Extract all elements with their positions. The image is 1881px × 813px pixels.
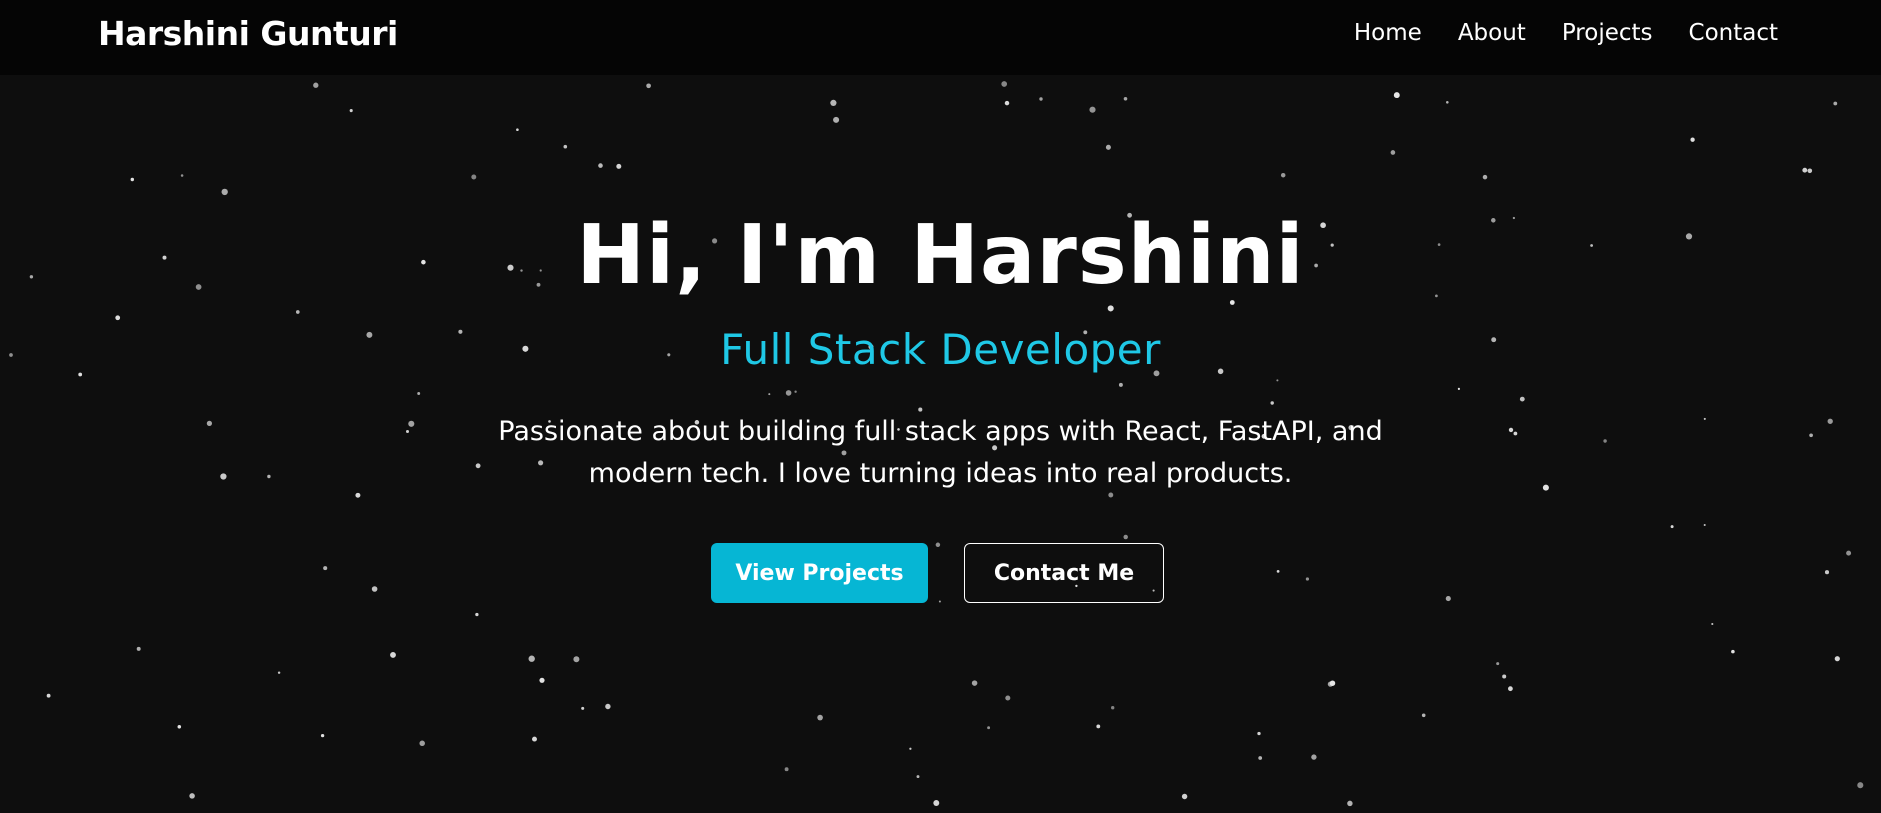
- brand-logo-text[interactable]: Harshini Gunturi: [98, 14, 398, 53]
- nav-link-projects[interactable]: Projects: [1562, 20, 1653, 46]
- nav-link-about[interactable]: About: [1458, 20, 1526, 46]
- nav-link-contact[interactable]: Contact: [1689, 20, 1778, 46]
- view-projects-button[interactable]: View Projects: [711, 543, 928, 603]
- navbar: Harshini Gunturi Home About Projects Con…: [0, 0, 1881, 75]
- hero-title: Hi, I'm Harshini: [576, 208, 1305, 303]
- contact-me-button[interactable]: Contact Me: [964, 543, 1164, 603]
- nav-links: Home About Projects Contact: [1354, 20, 1778, 46]
- hero-description: Passionate about building full stack app…: [498, 416, 1383, 489]
- hero-subtitle: Full Stack Developer: [720, 325, 1161, 374]
- nav-link-home[interactable]: Home: [1354, 20, 1422, 46]
- hero-section: Hi, I'm Harshini Full Stack Developer Pa…: [0, 75, 1881, 813]
